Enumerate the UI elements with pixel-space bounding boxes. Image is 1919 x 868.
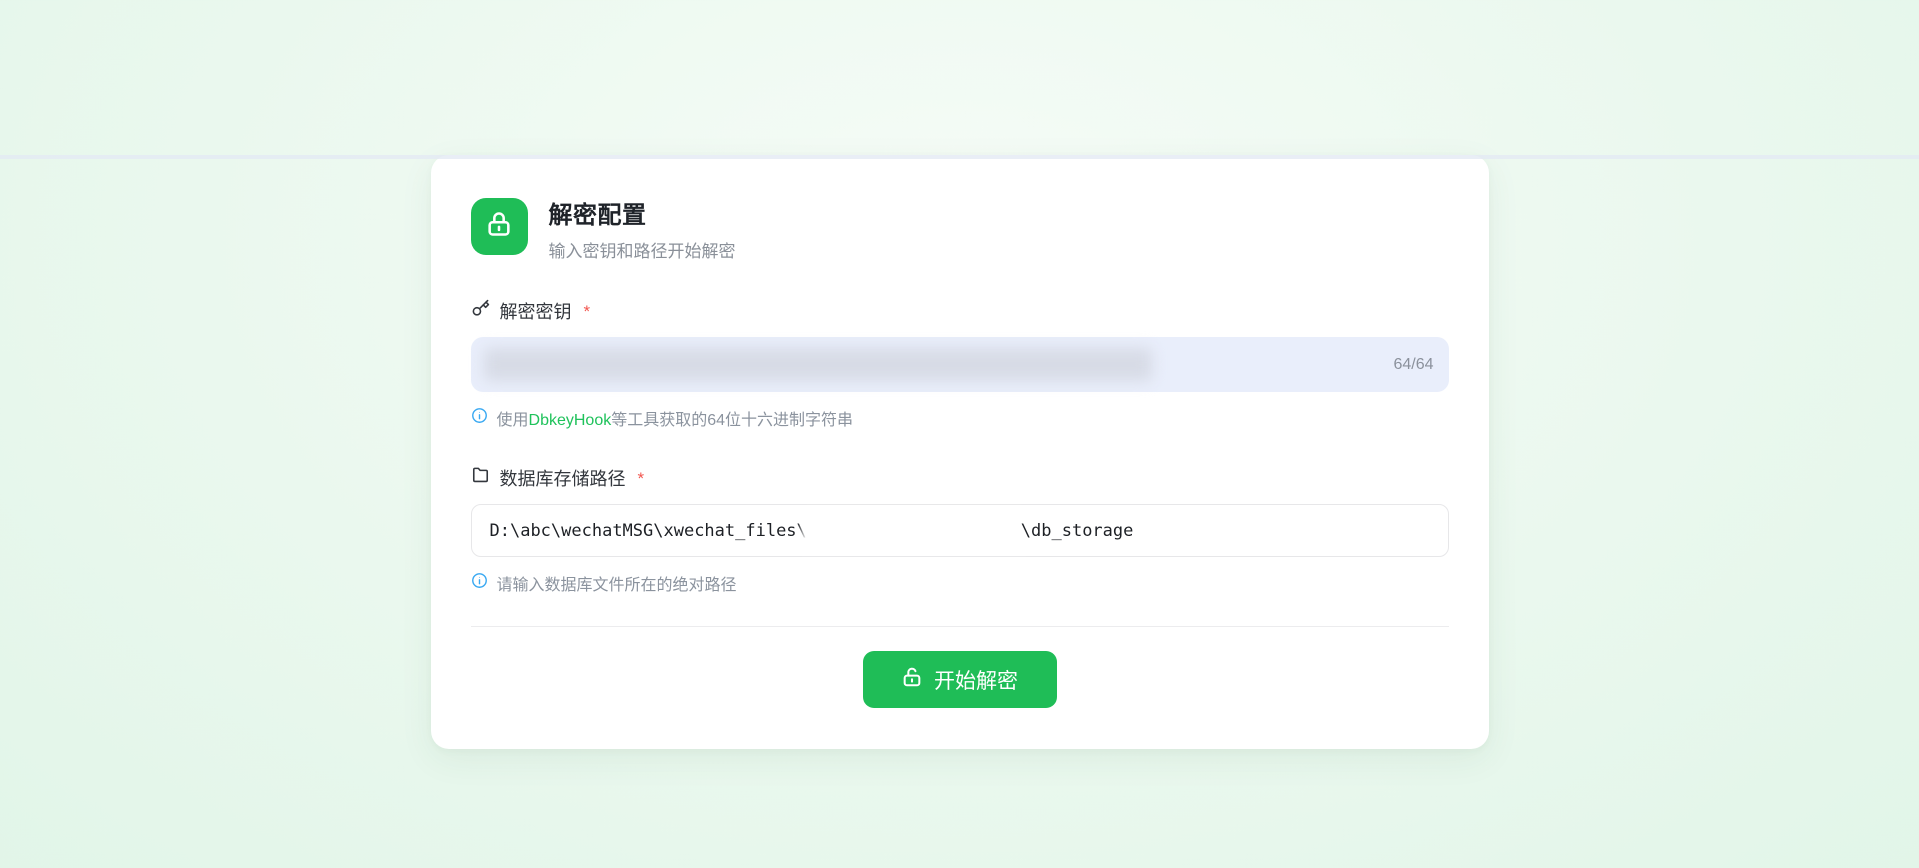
decrypt-config-card: 解密配置 输入密钥和路径开始解密 解密密钥 * 64/64 使用DbkeyHoo…	[431, 155, 1489, 749]
path-value-prefix: D:\abc\wechatMSG\xwechat_files\	[490, 521, 807, 541]
decrypt-key-input[interactable]: 64/64	[471, 337, 1449, 392]
path-value-suffix: \db_storage	[1021, 521, 1134, 541]
path-hint-text: 请输入数据库文件所在的绝对路径	[497, 571, 737, 595]
card-header: 解密配置 输入密钥和路径开始解密	[471, 198, 1449, 262]
start-decrypt-label: 开始解密	[934, 665, 1018, 695]
key-field-label: 解密密钥	[500, 298, 572, 324]
key-field-label-row: 解密密钥 *	[471, 298, 1449, 324]
header-text: 解密配置 输入密钥和路径开始解密	[549, 198, 736, 262]
lock-badge	[471, 198, 528, 255]
redacted-path-segment	[807, 515, 1021, 547]
info-icon	[471, 407, 488, 429]
key-icon	[471, 299, 490, 323]
required-mark: *	[638, 469, 645, 489]
key-hint-row: 使用DbkeyHook等工具获取的64位十六进制字符串	[471, 406, 1449, 430]
window-top-edge	[0, 155, 1919, 159]
dbkeyhook-link[interactable]: DbkeyHook	[529, 412, 612, 429]
db-path-input[interactable]: D:\abc\wechatMSG\xwechat_files\ \db_stora…	[471, 504, 1449, 557]
redacted-key-value	[484, 348, 1152, 381]
unlock-icon	[901, 666, 923, 694]
key-hint-prefix: 使用	[497, 412, 529, 429]
path-field-label: 数据库存储路径	[500, 465, 626, 491]
char-counter: 64/64	[1393, 356, 1433, 374]
page-title: 解密配置	[549, 201, 736, 231]
path-hint-row: 请输入数据库文件所在的绝对路径	[471, 571, 1449, 595]
divider	[471, 626, 1449, 627]
info-icon	[471, 572, 488, 594]
required-mark: *	[584, 302, 591, 322]
button-row: 开始解密	[471, 651, 1449, 708]
key-hint-suffix: 等工具获取的64位十六进制字符串	[611, 412, 853, 429]
path-field-label-row: 数据库存储路径 *	[471, 465, 1449, 491]
start-decrypt-button[interactable]: 开始解密	[863, 651, 1057, 708]
folder-icon	[471, 466, 490, 490]
lock-icon	[485, 210, 513, 243]
key-hint-text: 使用DbkeyHook等工具获取的64位十六进制字符串	[497, 406, 854, 430]
page-subtitle: 输入密钥和路径开始解密	[549, 237, 736, 262]
